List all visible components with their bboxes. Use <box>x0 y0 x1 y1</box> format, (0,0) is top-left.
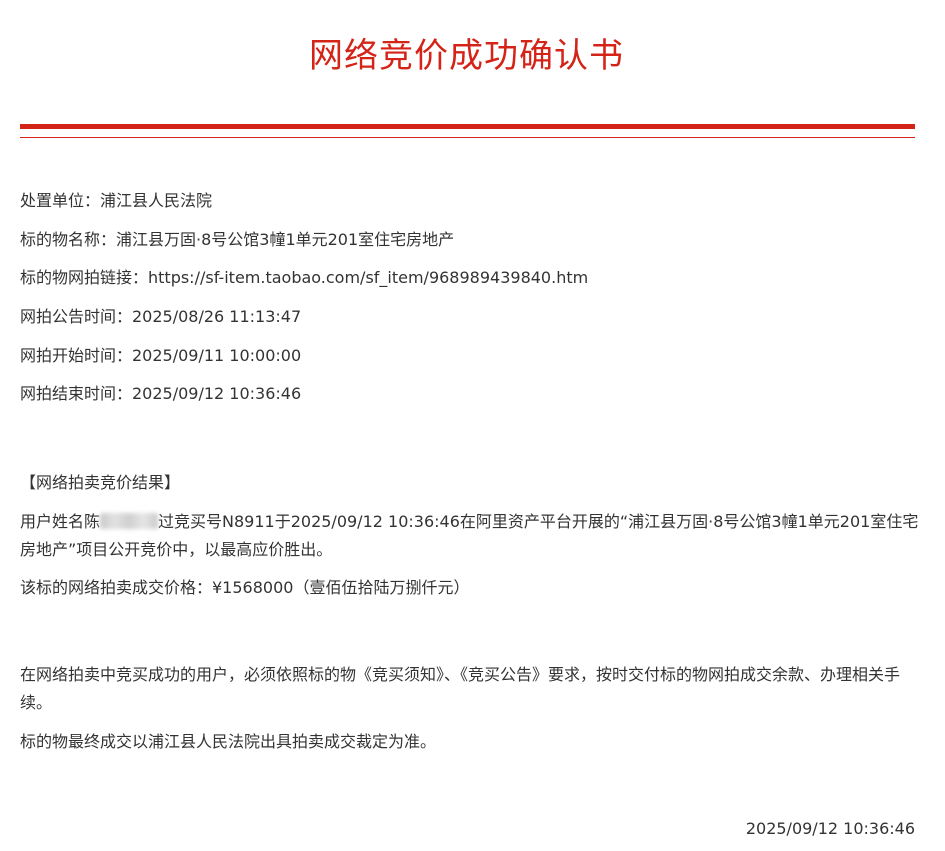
page-title: 网络竞价成功确认书 <box>309 36 624 76</box>
requirement-notice: 在网络拍卖中竞买成功的用户，必须依照标的物《竞买须知》、《竞买公告》要求，按时交… <box>20 665 901 712</box>
document-date: 2025/09/12 10:36:46 <box>745 819 915 838</box>
final-notice: 标的物最终成交以浦江县人民法院出具拍卖成交裁定为准。 <box>20 732 437 751</box>
redacted-name <box>100 513 159 529</box>
result-user-prefix: 用户姓名陈 <box>20 512 101 531</box>
announce-time: 网拍公告时间：2025/08/26 11:13:47 <box>20 307 302 326</box>
start-time: 网拍开始时间：2025/09/11 10:00:00 <box>20 346 302 365</box>
title-divider-thick <box>20 124 915 129</box>
item-link: 标的物网拍链接：https://sf-item.taobao.com/sf_it… <box>20 268 589 287</box>
item-name: 标的物名称：浦江县万固·8号公馆3幢1单元201室住宅房地产 <box>20 230 455 249</box>
disposal-unit: 处置单位：浦江县人民法院 <box>20 191 213 210</box>
result-heading: 【网络拍卖竞价结果】 <box>20 473 181 492</box>
end-time: 网拍结束时间：2025/09/12 10:36:46 <box>20 384 302 403</box>
title-divider-thin <box>20 137 915 138</box>
result-statement: 用户姓名陈 过竞买号N8911于2025/09/12 10:36:46在阿里资产平… <box>20 508 920 564</box>
deal-price: 该标的网络拍卖成交价格：¥1568000（壹佰伍拾陆万捌仟元） <box>20 578 470 597</box>
